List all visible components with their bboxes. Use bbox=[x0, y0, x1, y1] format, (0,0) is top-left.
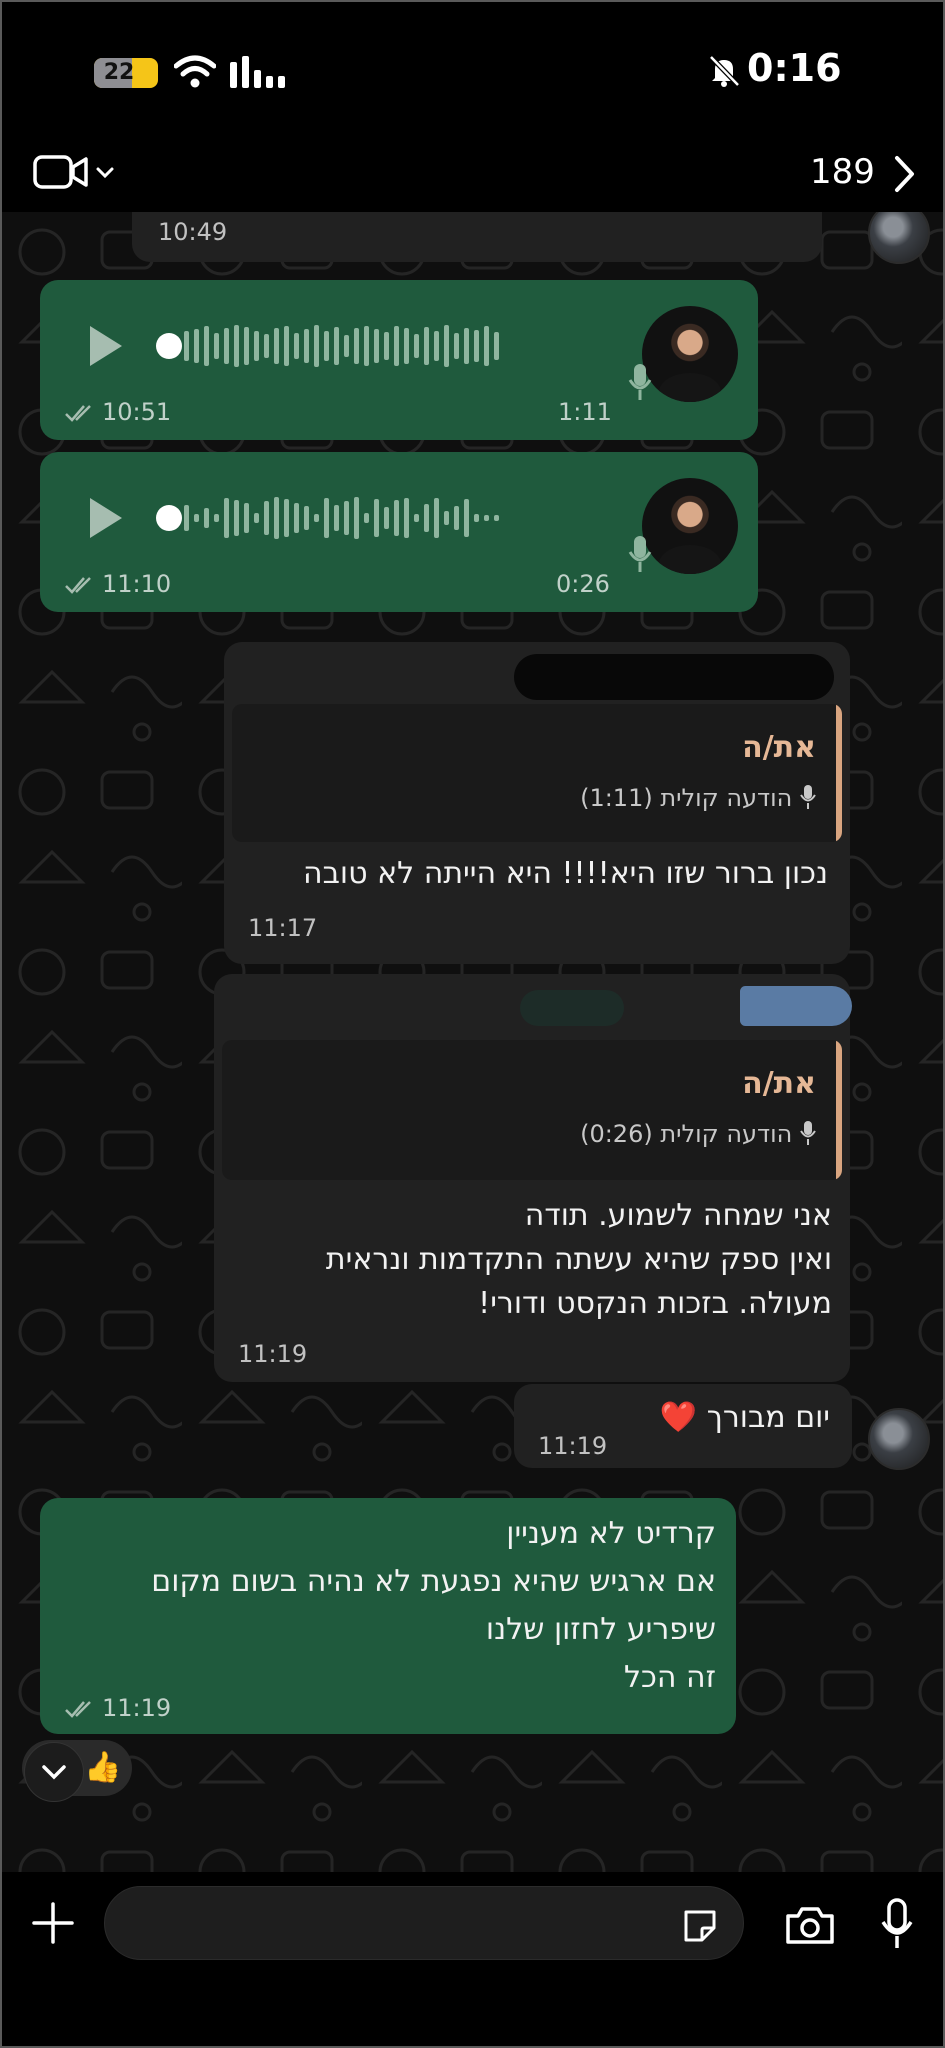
message-text: אני שמחה לשמוע. תודה ואין ספק שהיא עשתה … bbox=[232, 1194, 832, 1326]
message-line: קרדיט לא מעניין bbox=[506, 1516, 716, 1551]
clock: 0:16 bbox=[747, 46, 842, 90]
voice-duration: 1:11 bbox=[558, 398, 612, 426]
redacted-sender bbox=[520, 990, 624, 1026]
waveform[interactable] bbox=[184, 493, 499, 543]
message-time: 10:51 bbox=[102, 398, 172, 426]
voice-duration: 0:26 bbox=[556, 570, 610, 598]
redacted-sender bbox=[514, 654, 834, 700]
playback-handle[interactable] bbox=[156, 333, 182, 359]
mic-icon bbox=[800, 785, 816, 809]
chat-header: 189 bbox=[2, 142, 943, 212]
message-line: מעולה. בזכות הנקסט ודורי! bbox=[478, 1286, 832, 1321]
message-line: שיפריע לחזון שלנו bbox=[485, 1612, 716, 1647]
message-time: 10:49 bbox=[158, 218, 228, 246]
play-icon[interactable] bbox=[90, 326, 122, 366]
double-check-icon bbox=[65, 577, 91, 594]
double-check-icon bbox=[65, 405, 91, 422]
thumbs-up-emoji: 👍 bbox=[84, 1750, 122, 1785]
message-line: ואין ספק שהיא עשתה התקדמות ונראית bbox=[325, 1242, 832, 1277]
plus-icon[interactable] bbox=[32, 1902, 74, 1944]
play-icon[interactable] bbox=[90, 498, 122, 538]
unread-count[interactable]: 189 bbox=[810, 152, 875, 192]
avatar[interactable] bbox=[868, 1408, 930, 1470]
wifi-icon bbox=[174, 55, 216, 88]
status-bar: 22 0:16 bbox=[2, 2, 943, 142]
video-icon bbox=[33, 155, 88, 189]
double-check-icon bbox=[65, 1701, 91, 1718]
message-text: נכון ברור שזו היא!!!! היא הייתה לא טובה bbox=[302, 856, 828, 891]
scroll-down-button[interactable] bbox=[24, 1742, 84, 1802]
voice-message[interactable]: 1:11 10:51 bbox=[40, 280, 758, 440]
chevron-down-icon bbox=[96, 167, 114, 179]
message-time: 11:19 bbox=[238, 1340, 308, 1368]
heart-emoji: ❤️ bbox=[659, 1400, 698, 1435]
chevron-down-icon bbox=[42, 1765, 66, 1780]
mic-icon bbox=[628, 364, 652, 400]
voice-message[interactable]: 0:26 11:10 bbox=[40, 452, 758, 612]
message-time: 11:10 bbox=[102, 570, 172, 598]
mic-icon[interactable] bbox=[880, 1898, 914, 1950]
playback-handle[interactable] bbox=[156, 505, 182, 531]
mic-icon bbox=[628, 536, 652, 572]
sender-avatar bbox=[642, 306, 738, 402]
message-line: אני שמחה לשמוע. תודה bbox=[524, 1198, 832, 1233]
reply-message[interactable]: את/ה הודעה קולית (0:26) אני שמחה לשמוע. … bbox=[214, 974, 852, 1382]
text-message[interactable]: קרדיט לא מעניין אם ארגיש שהיא נפגעת לא נ… bbox=[40, 1498, 736, 1734]
sender-avatar bbox=[642, 478, 738, 574]
chevron-right-icon[interactable] bbox=[890, 152, 920, 196]
sticker-icon[interactable] bbox=[680, 1906, 720, 1946]
message-time: 11:17 bbox=[248, 914, 318, 942]
greeting-message[interactable]: יום מבורך ❤️ 11:19 bbox=[514, 1384, 852, 1468]
quoted-message[interactable]: את/ה הודעה קולית (0:26) bbox=[222, 1040, 842, 1180]
quote-text: הודעה קולית (1:11) bbox=[580, 784, 816, 812]
partial-message[interactable]: 10:49 bbox=[132, 212, 822, 262]
waveform[interactable] bbox=[184, 321, 499, 371]
mic-icon bbox=[800, 1121, 816, 1145]
quote-text: הודעה קולית (0:26) bbox=[580, 1120, 816, 1148]
signal-icon bbox=[230, 54, 285, 88]
redacted-sender bbox=[740, 986, 852, 1026]
message-text: קרדיט לא מעניין אם ארגיש שהיא נפגעת לא נ… bbox=[56, 1510, 716, 1702]
quote-author: את/ה bbox=[742, 1066, 816, 1101]
message-line: אם ארגיש שהיא נפגעת לא נהיה בשום מקום bbox=[151, 1564, 716, 1599]
composer-bar bbox=[2, 1872, 943, 2046]
camera-icon[interactable] bbox=[784, 1904, 836, 1946]
message-time: 11:19 bbox=[102, 1694, 172, 1722]
quoted-message[interactable]: את/ה הודעה קולית (1:11) bbox=[232, 704, 842, 842]
battery-level: 22 bbox=[103, 60, 135, 85]
battery-indicator: 22 bbox=[94, 58, 158, 88]
message-input[interactable] bbox=[104, 1886, 744, 1960]
video-call-button[interactable] bbox=[32, 152, 116, 192]
message-list[interactable]: 10:49 1:11 10:51 0:26 11:10 את/ה הודעה ק… bbox=[2, 212, 943, 1872]
quote-author: את/ה bbox=[742, 730, 816, 765]
message-time: 11:19 bbox=[538, 1432, 608, 1460]
chat-screen: 22 0:16 189 10:49 1:11 10:51 0:26 11:10 … bbox=[0, 0, 945, 2048]
reply-message[interactable]: את/ה הודעה קולית (1:11) נכון ברור שזו הי… bbox=[224, 642, 850, 964]
bell-off-icon bbox=[709, 55, 740, 87]
